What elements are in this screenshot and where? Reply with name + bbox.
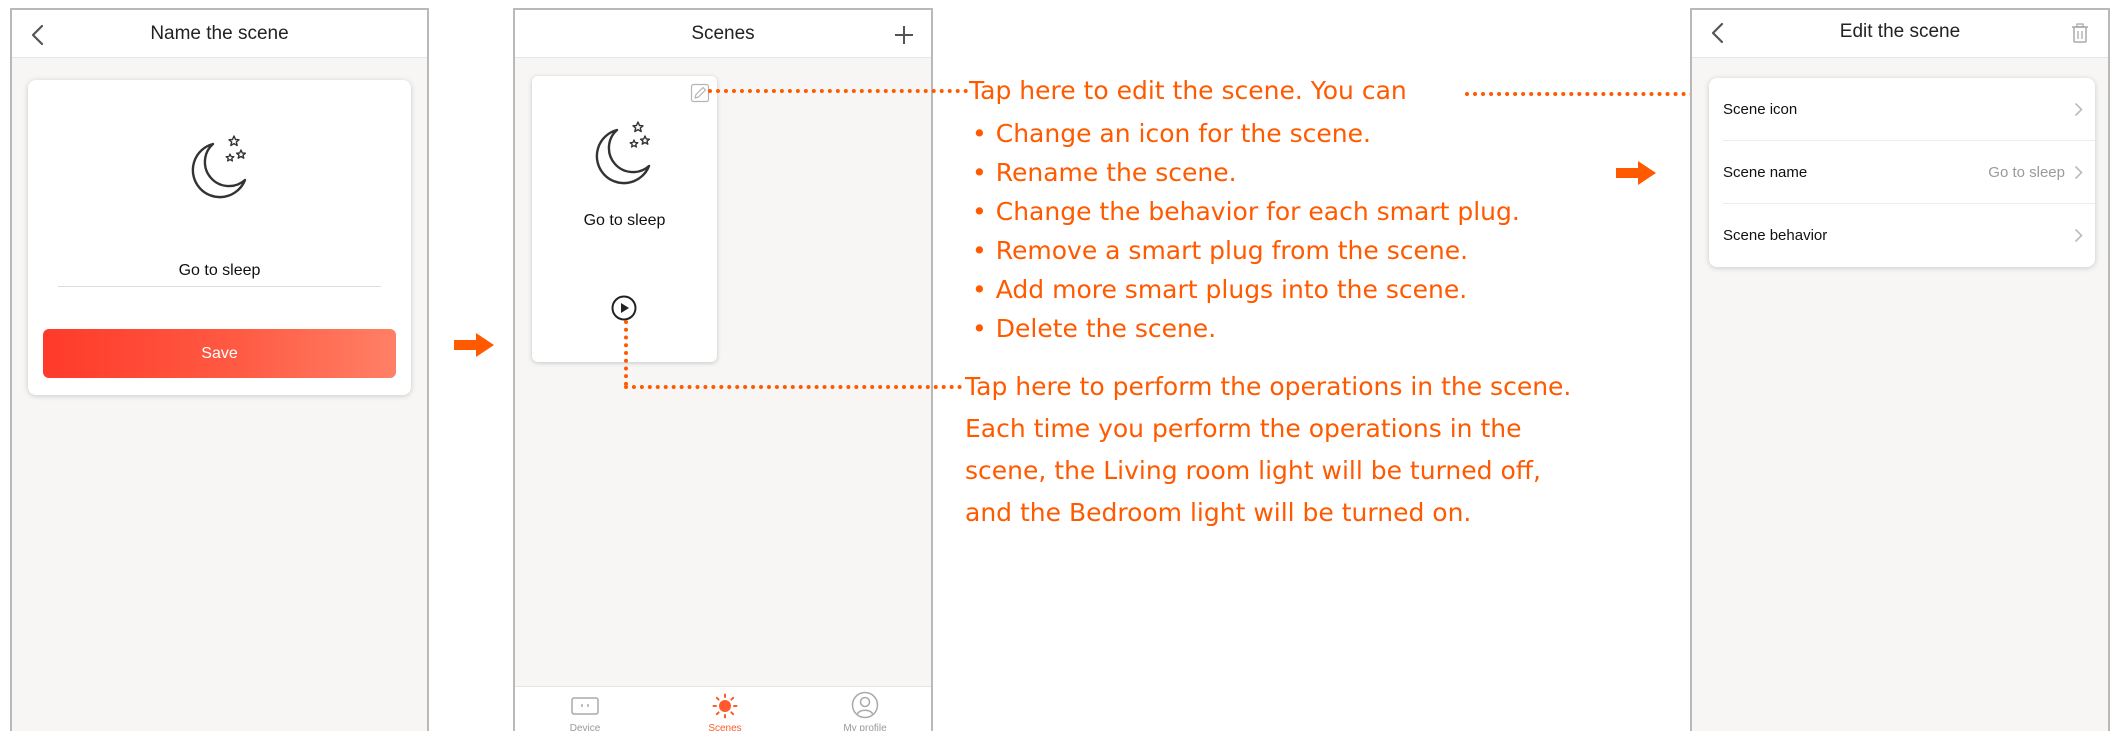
page-title: Name the scene [150,23,289,44]
moon-stars-icon [595,121,651,185]
scene-card-name: Go to sleep [583,212,666,229]
moon-stars-icon[interactable] [183,130,258,205]
nav-bar: Edit the scene [1692,10,2108,58]
tab-device[interactable]: Device [515,687,655,731]
tab-scenes[interactable]: Scenes [655,687,795,731]
nav-bar: Name the scene [12,10,427,58]
perform-callout-line-text: and the Bedroom light will be turned on. [965,498,1472,527]
tab-label: Scenes [708,723,742,731]
arrow-right-icon [454,333,494,357]
name-card: Go to sleep Save [28,80,411,395]
chevron-right-icon [2074,165,2083,180]
scenes-screen: Scenes Go to sleep Device Scenes My prof… [513,8,933,731]
perform-callout-line-vertical [624,320,628,386]
list-item: Add more smart plugs into the scene. [972,270,1520,309]
perform-callout-line-text: Each time you perform the operations in … [965,414,1522,443]
perform-callout-line-text: Tap here to perform the operations in th… [965,372,1572,401]
tab-label: My profile [843,723,887,731]
tab-bar: Device Scenes My profile [515,686,931,731]
edit-callout-line-right [1465,92,1726,96]
play-circle-icon[interactable] [611,295,637,321]
edit-callout-list: Change an icon for the scene. Rename the… [972,114,1520,348]
perform-callout-line [624,385,962,389]
arrow-right-icon [1616,161,1656,185]
pencil-edit-icon[interactable] [690,83,710,103]
socket-icon [571,697,599,715]
row-label: Scene icon [1723,101,1798,118]
scene-name-row[interactable]: Scene name Go to sleep [1723,141,2095,204]
row-label: Scene name [1723,164,1808,181]
page-title: Scenes [691,23,755,44]
edit-scene-card: Scene icon Scene name Go to sleep Scene … [1709,78,2095,267]
row-label: Scene behavior [1723,227,1828,244]
page-title: Edit the scene [1839,21,1961,42]
scene-behavior-row[interactable]: Scene behavior [1723,204,2095,267]
chevron-right-icon [2074,228,2083,243]
save-button[interactable]: Save [43,329,396,378]
list-item: Rename the scene. [972,153,1520,192]
trash-icon[interactable] [2071,23,2089,43]
sun-icon [712,693,738,719]
chevron-right-icon [2074,102,2083,117]
scene-icon-row[interactable]: Scene icon [1723,78,2095,141]
tab-label: Device [569,723,601,731]
list-item: Change the behavior for each smart plug. [972,192,1520,231]
perform-callout-line-text: scene, the Living room light will be tur… [965,456,1541,485]
row-value: Go to sleep [1988,164,2065,181]
scene-name-input[interactable]: Go to sleep [58,255,381,287]
nav-bar: Scenes [515,10,931,58]
plus-icon[interactable] [894,25,914,45]
person-icon [851,691,879,719]
name-scene-screen: Name the scene Go to sleep Save [10,8,429,731]
edit-callout-intro: Tap here to edit the scene. You can [969,76,1407,105]
tab-my-profile[interactable]: My profile [795,687,931,731]
list-item: Change an icon for the scene. [972,114,1520,153]
list-item: Delete the scene. [972,309,1520,348]
edit-callout-line [708,89,968,93]
list-item: Remove a smart plug from the scene. [972,231,1520,270]
edit-scene-screen: Edit the scene Scene icon Scene name Go … [1690,8,2110,731]
